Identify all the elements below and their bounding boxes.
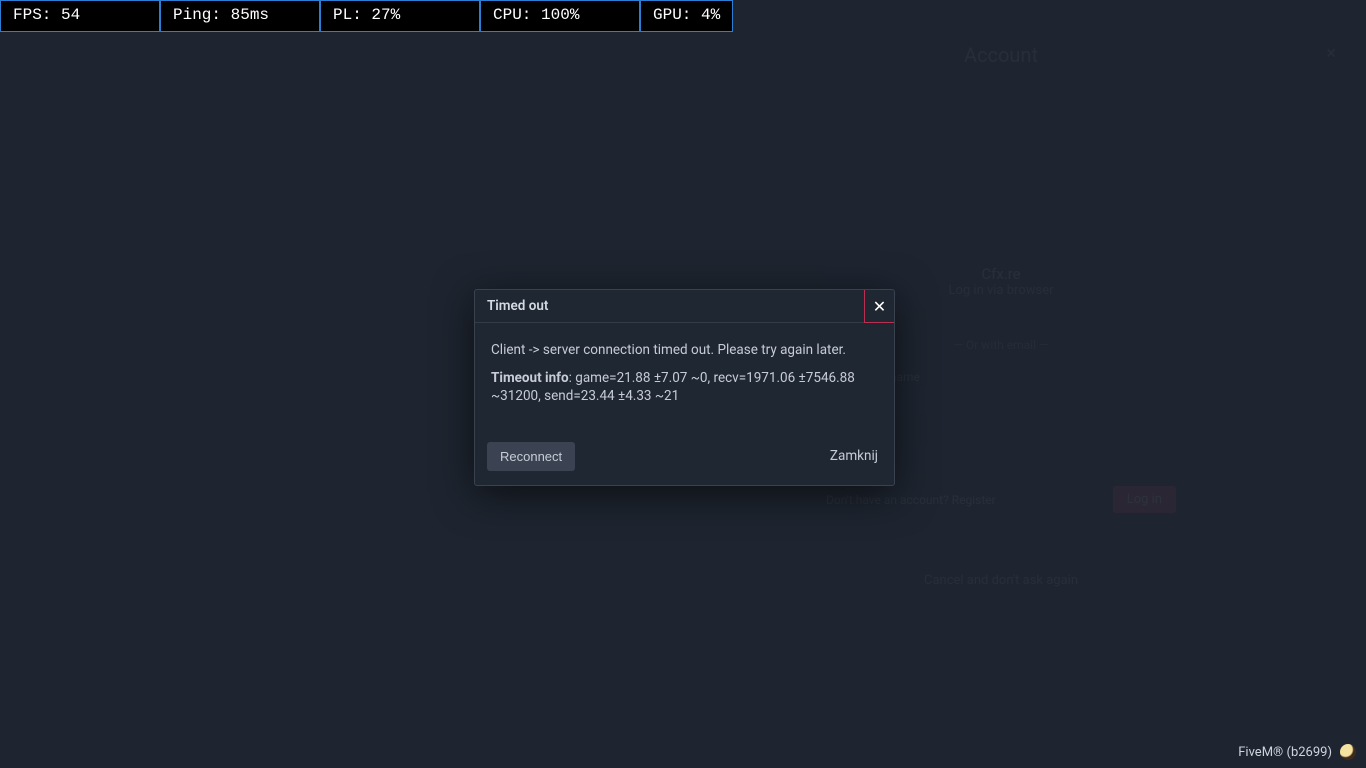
brand-icon [1340, 744, 1356, 760]
login-button[interactable]: Log in [1113, 486, 1176, 513]
perf-ping: Ping: 85ms [160, 0, 320, 32]
faint-card [55, 276, 140, 346]
close-icon: ✕ [873, 297, 886, 316]
perf-gpu: GPU: 4% [640, 0, 733, 32]
modal-footer: Reconnect Zamknij [475, 432, 894, 485]
reconnect-button[interactable]: Reconnect [487, 442, 575, 471]
modal-title: Timed out [475, 298, 548, 314]
modal-header: Timed out ✕ [475, 290, 894, 323]
modal-body: Client -> server connection timed out. P… [475, 323, 894, 432]
modal-timeout-info: Timeout info: game=21.88 ±7.07 ~0, recv=… [491, 369, 878, 405]
timeout-info-label: Timeout info [491, 370, 569, 386]
register-link[interactable]: Don't have an account? Register [826, 493, 996, 507]
cfxre-label: Cfx.re [836, 265, 1166, 283]
close-button[interactable]: Zamknij [830, 448, 878, 464]
perf-cpu: CPU: 100% [480, 0, 640, 32]
brand-text: FiveM® (b2699) [1238, 745, 1332, 760]
perf-packet-loss: PL: 27% [320, 0, 480, 32]
account-close-icon[interactable]: × [1326, 43, 1336, 64]
account-title: Account [656, 35, 1346, 75]
perf-fps: FPS: 54 [0, 0, 160, 32]
modal-close-button[interactable]: ✕ [864, 290, 894, 323]
brand-footer: FiveM® (b2699) [1238, 744, 1356, 760]
cancel-link[interactable]: Cancel and don't ask again [826, 573, 1176, 588]
modal-message: Client -> server connection timed out. P… [491, 341, 878, 359]
timeout-modal: Timed out ✕ Client -> server connection … [474, 289, 895, 486]
performance-overlay: FPS: 54 Ping: 85ms PL: 27% CPU: 100% GPU… [0, 0, 733, 32]
